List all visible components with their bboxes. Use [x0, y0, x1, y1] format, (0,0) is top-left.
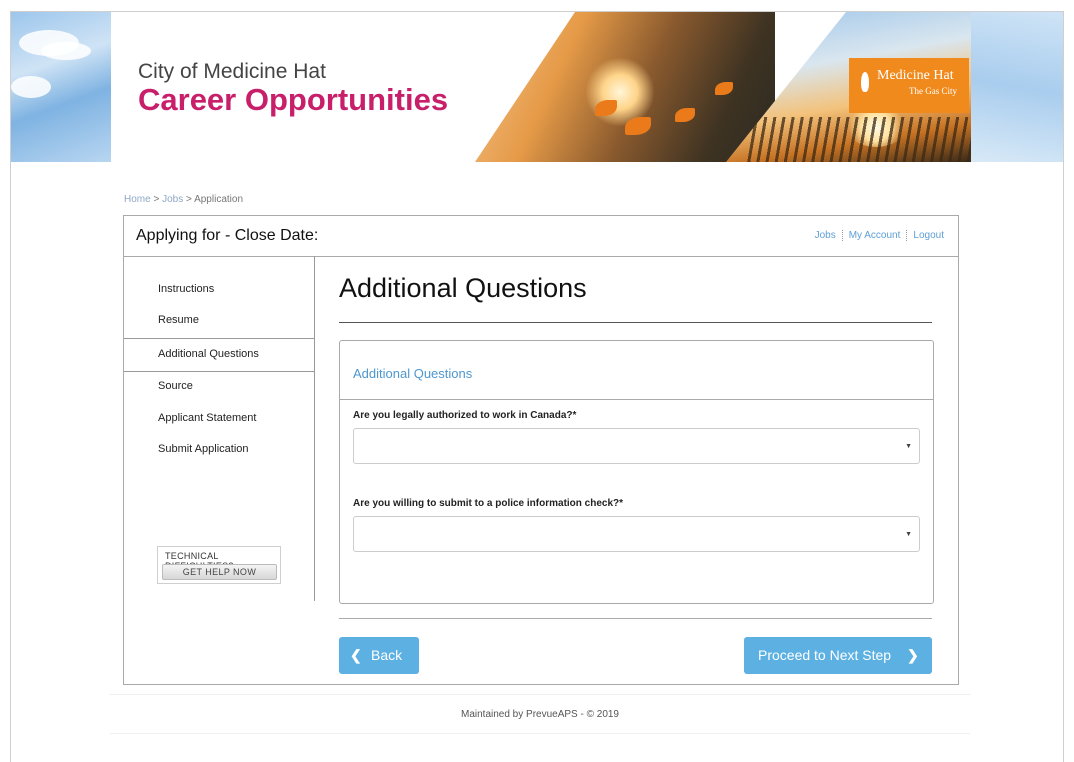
- jobs-link[interactable]: Jobs: [809, 230, 842, 241]
- flame-icon: [861, 72, 869, 92]
- page-title: Additional Questions: [339, 273, 587, 303]
- question-work-authorization-label: Are you legally authorized to work in Ca…: [353, 410, 577, 421]
- sky-image-left: [11, 12, 111, 162]
- actions-divider: [339, 618, 932, 619]
- sidebar-item-source[interactable]: Source: [158, 380, 193, 392]
- work-authorization-select[interactable]: ▼: [353, 428, 920, 464]
- breadcrumb-current: Application: [194, 194, 243, 205]
- site-title: Career Opportunities: [138, 82, 449, 117]
- medicine-hat-logo[interactable]: Medicine Hat The Gas City: [849, 58, 969, 113]
- breadcrumb-jobs[interactable]: Jobs: [162, 194, 183, 205]
- footer-divider-bottom: [110, 733, 970, 734]
- step-sidebar: Instructions Resume Additional Questions…: [124, 256, 315, 601]
- my-account-link[interactable]: My Account: [841, 230, 907, 241]
- sidebar-item-label: Additional Questions: [158, 348, 259, 360]
- footer-divider: [110, 694, 970, 695]
- sidebar-item-resume[interactable]: Resume: [158, 314, 199, 326]
- proceed-next-step-button[interactable]: Proceed to Next Step ❯: [744, 637, 932, 674]
- police-check-select[interactable]: ▼: [353, 516, 920, 552]
- applying-for-label: Applying for - Close Date:: [136, 227, 319, 244]
- chevron-down-icon: ▼: [905, 531, 912, 538]
- title-divider: [339, 322, 932, 323]
- questions-box-header: Additional Questions: [340, 341, 933, 400]
- breadcrumb: Home > Jobs > Application: [124, 194, 243, 205]
- back-button[interactable]: ❮ Back: [339, 637, 419, 674]
- site-city-name: City of Medicine Hat: [138, 60, 326, 83]
- questions-box-title: Additional Questions: [353, 366, 473, 381]
- sky-image-right: [971, 12, 1063, 162]
- chevron-right-icon: ❯: [907, 647, 919, 663]
- sidebar-item-additional-questions[interactable]: Additional Questions: [124, 338, 314, 372]
- breadcrumb-home[interactable]: Home: [124, 194, 151, 205]
- footer-text: Maintained by PrevueAPS - © 2019: [460, 709, 619, 720]
- application-panel: Applying for - Close Date: Jobs My Accoun…: [123, 215, 959, 685]
- sidebar-item-instructions[interactable]: Instructions: [158, 283, 214, 295]
- questions-box: Additional Questions Are you legally aut…: [339, 340, 934, 604]
- logout-link[interactable]: Logout: [906, 230, 950, 241]
- account-links: Jobs My Account Logout: [809, 230, 950, 241]
- technical-help-button[interactable]: TECHNICAL DIFFICULTIES? GET HELP NOW: [157, 546, 281, 584]
- sidebar-item-submit-application[interactable]: Submit Application: [158, 443, 249, 455]
- sidebar-item-applicant-statement[interactable]: Applicant Statement: [158, 412, 256, 424]
- chevron-down-icon: ▼: [905, 443, 912, 450]
- chevron-left-icon: ❮: [350, 647, 362, 663]
- question-police-check-label: Are you willing to submit to a police in…: [353, 498, 624, 509]
- panel-header: Applying for - Close Date: Jobs My Accoun…: [124, 216, 958, 257]
- header-banner: Medicine Hat The Gas City City of Medici…: [11, 12, 1063, 162]
- get-help-now-label: GET HELP NOW: [162, 564, 277, 580]
